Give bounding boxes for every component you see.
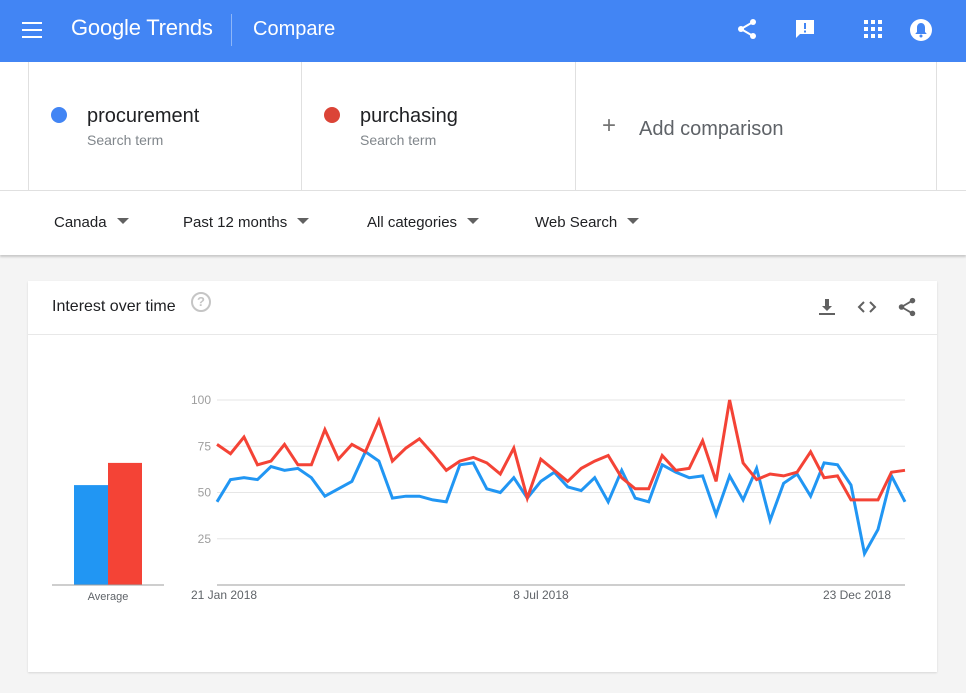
term-color-dot (51, 107, 67, 123)
x-tick-label: 21 Jan 2018 (191, 588, 257, 602)
menu-icon[interactable] (22, 22, 42, 38)
interest-over-time-card: Interest over time ? 25 50 75 100 Average 2… (28, 281, 937, 672)
apps-icon[interactable] (861, 17, 887, 43)
filter-bar: Canada Past 12 months All categories Web… (0, 191, 966, 255)
y-tick-label: 50 (198, 486, 212, 500)
term-subtitle: Search term (360, 132, 437, 148)
average-bar-procurement[interactable] (74, 485, 108, 585)
term-name[interactable]: procurement (87, 105, 199, 128)
search-type-value: Web Search (535, 214, 618, 231)
time-value: Past 12 months (183, 214, 288, 231)
region-dropdown[interactable]: Canada (54, 214, 129, 231)
feedback-icon[interactable] (793, 17, 819, 43)
average-bar-purchasing[interactable] (108, 462, 142, 585)
chevron-down-icon (467, 218, 480, 224)
average-label: Average (88, 591, 129, 603)
term-card-procurement[interactable]: procurement Search term (28, 62, 302, 190)
chevron-down-icon (297, 218, 310, 224)
category-dropdown[interactable]: All categories (367, 214, 480, 231)
x-tick-label: 23 Dec 2018 (823, 588, 891, 602)
plus-icon: + (602, 112, 617, 139)
y-tick-label: 100 (191, 393, 211, 407)
term-subtitle: Search term (87, 132, 164, 148)
term-color-dot (324, 107, 340, 123)
share-icon[interactable] (735, 17, 761, 43)
term-card-purchasing[interactable]: purchasing Search term (301, 62, 576, 190)
comparison-terms: procurement Search term purchasing Searc… (0, 62, 966, 191)
category-value: All categories (367, 214, 458, 231)
series-line-purchasing[interactable] (216, 399, 906, 504)
add-comparison-button[interactable]: + Add comparison (575, 62, 937, 190)
term-name[interactable]: purchasing (360, 105, 458, 128)
page-title: Compare (253, 18, 336, 40)
y-tick-label: 25 (198, 532, 212, 546)
add-comparison-label: Add comparison (639, 118, 784, 140)
search-type-dropdown[interactable]: Web Search (535, 214, 640, 231)
app-header: Google Trends Compare (0, 0, 966, 62)
time-dropdown[interactable]: Past 12 months (183, 214, 310, 231)
header-divider (231, 14, 232, 46)
x-tick-label: 8 Jul 2018 (513, 588, 569, 602)
google-trends-logo[interactable]: Google Trends (71, 15, 213, 41)
interest-over-time-chart: 25 50 75 100 Average 21 Jan 2018 8 Jul 2018… (52, 393, 907, 603)
notifications-icon[interactable] (908, 17, 934, 43)
y-tick-label: 75 (198, 439, 212, 453)
chevron-down-icon (116, 218, 129, 224)
region-value: Canada (54, 214, 107, 231)
chevron-down-icon (627, 218, 640, 224)
